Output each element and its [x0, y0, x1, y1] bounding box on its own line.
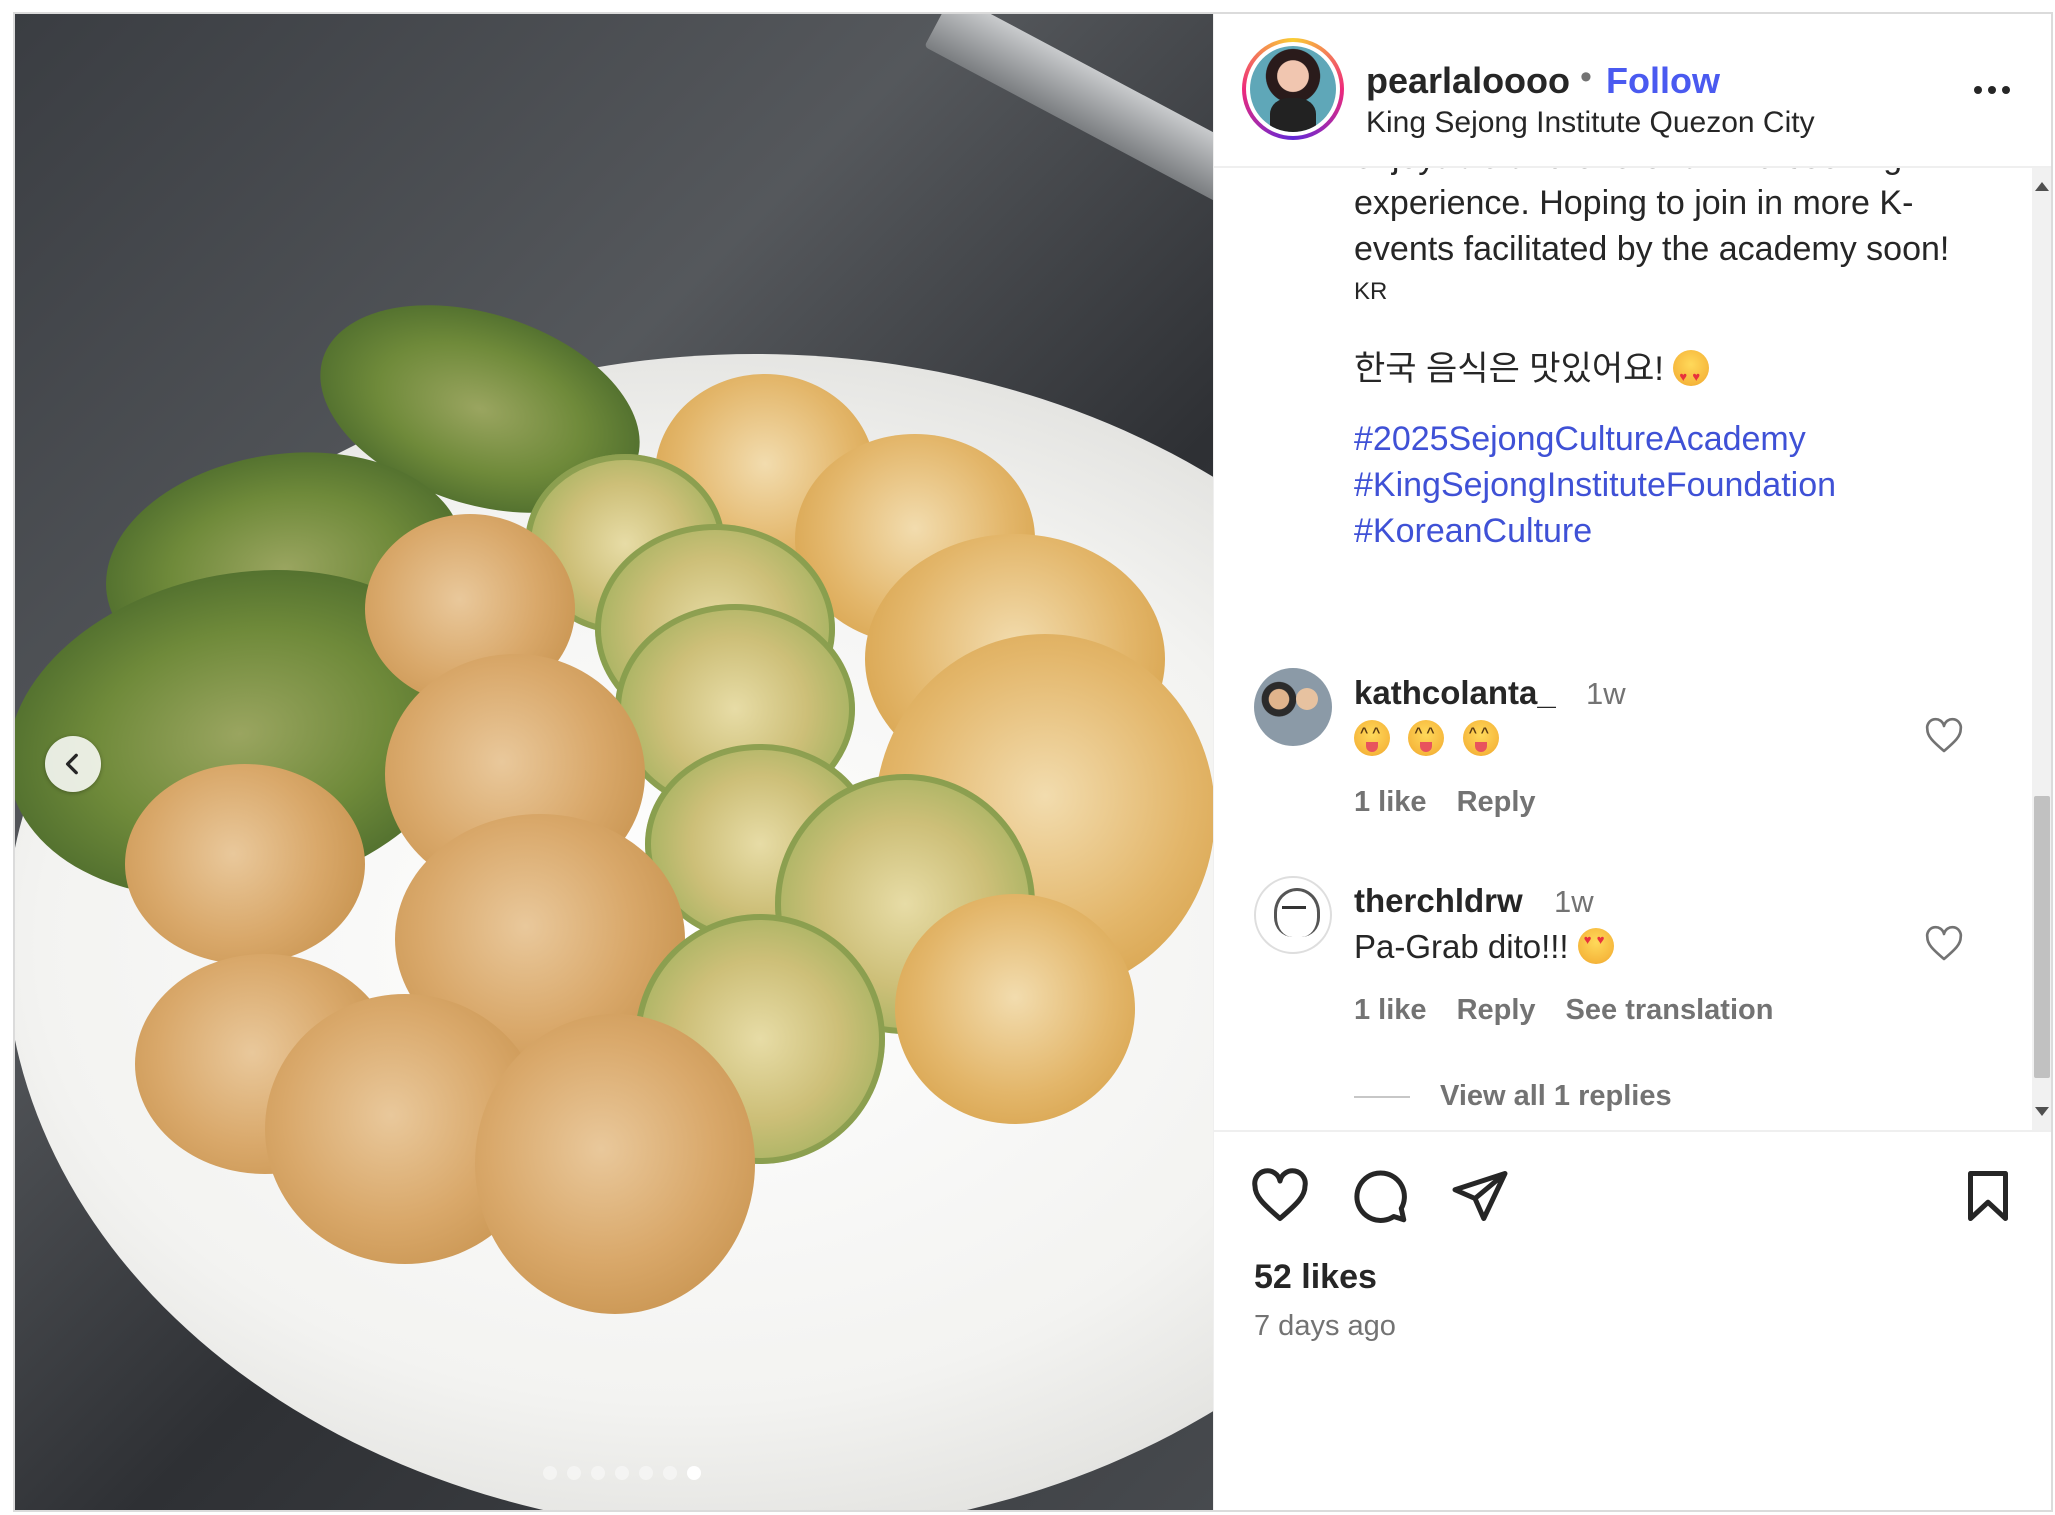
fritter	[895, 894, 1135, 1124]
heart-eyes-emoji-icon	[1673, 350, 1710, 400]
fritter	[475, 1014, 755, 1314]
commenter-username[interactable]: therchldrw	[1354, 882, 1523, 920]
tray-edge	[924, 14, 1213, 235]
hashtag-link[interactable]: #KingSejongInstituteFoundation	[1354, 462, 2014, 508]
comment-time[interactable]: 1w	[1554, 884, 1594, 920]
replies-divider-line	[1354, 1095, 1410, 1098]
comment-like-heart-icon[interactable]	[1924, 716, 1964, 756]
carousel-dot	[615, 1466, 629, 1480]
carousel-indicator	[543, 1466, 701, 1480]
save-bookmark-icon[interactable]	[1958, 1166, 2018, 1226]
reply-button[interactable]: Reply	[1457, 994, 1536, 1027]
post-actions: 52 likes 7 days ago	[1214, 1130, 2051, 1510]
heart-eyes-emoji-icon	[1577, 928, 1614, 964]
comment-bubble-icon[interactable]	[1350, 1166, 1410, 1226]
commenter-username[interactable]: kathcolanta_	[1354, 674, 1556, 712]
commenter-avatar[interactable]	[1254, 876, 1332, 954]
post-date[interactable]: 7 days ago	[1254, 1310, 1396, 1343]
comment-time[interactable]: 1w	[1586, 676, 1626, 712]
see-translation-button[interactable]: See translation	[1566, 994, 1774, 1027]
comment-like-heart-icon[interactable]	[1924, 924, 1964, 964]
reply-button[interactable]: Reply	[1457, 786, 1536, 819]
caption-line: enjoyable and one-of-a-kind cooking	[1354, 168, 2014, 180]
hashtag-link[interactable]: #KoreanCulture	[1354, 508, 2014, 554]
scrollbar-thumb[interactable]	[2034, 796, 2050, 1078]
separator-dot: •	[1580, 58, 1592, 96]
commenter-avatar[interactable]	[1254, 668, 1332, 746]
carousel-dot	[663, 1466, 677, 1480]
tongue-emoji-icon	[1462, 720, 1499, 756]
carousel-dot	[567, 1466, 581, 1480]
follow-button[interactable]: Follow	[1606, 60, 1720, 102]
comment-actions: 1 like Reply	[1354, 786, 1536, 819]
comment-text: Pa-Grab dito!!!	[1354, 928, 1614, 966]
fritter	[125, 764, 365, 964]
author-username[interactable]: pearlaloooo	[1366, 60, 1570, 102]
scroll-down-arrow-icon[interactable]	[2035, 1107, 2049, 1116]
post-side-panel: pearlaloooo • Follow King Sejong Institu…	[1213, 14, 2051, 1510]
carousel-dot	[591, 1466, 605, 1480]
comment-text	[1354, 720, 1499, 758]
post-caption: enjoyable and one-of-a-kind cooking expe…	[1354, 168, 2014, 554]
likes-count[interactable]: 52 likes	[1254, 1258, 1377, 1297]
comments-scroll-area[interactable]: enjoyable and one-of-a-kind cooking expe…	[1214, 168, 2051, 1130]
comment-likes-link[interactable]: 1 like	[1354, 786, 1427, 819]
like-heart-icon[interactable]	[1250, 1166, 1310, 1226]
scroll-up-arrow-icon[interactable]	[2035, 182, 2049, 191]
carousel-dot	[543, 1466, 557, 1480]
tongue-emoji-icon	[1408, 720, 1445, 756]
language-tag: KR	[1354, 278, 1388, 305]
caption-korean-line: 한국 음식은 맛있어요!	[1354, 346, 2014, 400]
chevron-left-icon	[65, 753, 78, 775]
share-send-icon[interactable]	[1450, 1166, 1510, 1226]
hashtag-link[interactable]: #2025SejongCultureAcademy	[1354, 416, 2014, 462]
carousel-dot-active	[687, 1466, 701, 1480]
carousel-dot	[639, 1466, 653, 1480]
comments-scrollbar[interactable]	[2032, 168, 2051, 1130]
previous-photo-button[interactable]	[45, 736, 101, 792]
post-location[interactable]: King Sejong Institute Quezon City	[1366, 106, 1815, 140]
post-header: pearlaloooo • Follow King Sejong Institu…	[1214, 14, 2051, 168]
view-replies-button[interactable]: View all 1 replies	[1354, 1080, 1672, 1113]
post-photo	[15, 14, 1213, 1510]
author-avatar[interactable]	[1242, 38, 1344, 140]
more-options-icon[interactable]	[1974, 86, 2010, 94]
post-modal: pearlaloooo • Follow King Sejong Institu…	[13, 12, 2053, 1512]
comment-actions: 1 like Reply See translation	[1354, 994, 1773, 1027]
tongue-emoji-icon	[1354, 720, 1390, 756]
caption-line: events facilitated by the academy soon!	[1354, 230, 1950, 268]
comment-likes-link[interactable]: 1 like	[1354, 994, 1427, 1027]
caption-line: experience. Hoping to join in more K-	[1354, 184, 1914, 222]
avatar-image	[1250, 46, 1336, 132]
